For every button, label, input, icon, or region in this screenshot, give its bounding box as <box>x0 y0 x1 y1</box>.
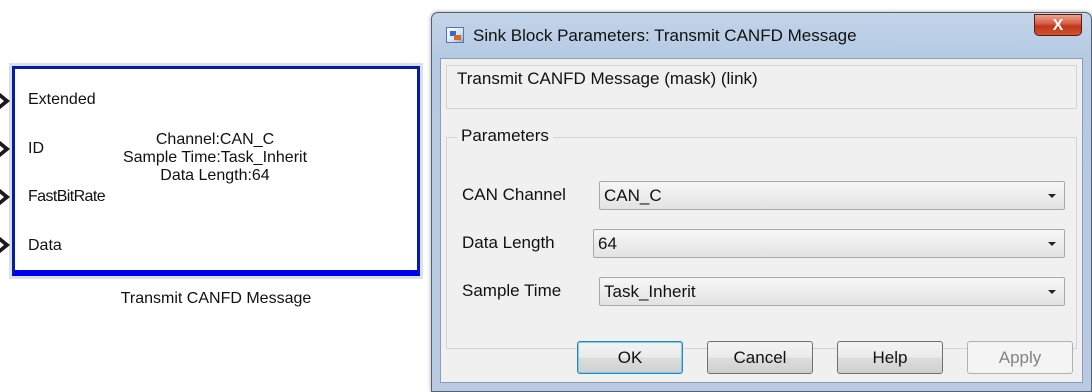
dialog-title: Sink Block Parameters: Transmit CANFD Me… <box>473 26 857 45</box>
data-length-select[interactable]: 64 <box>593 229 1065 258</box>
mask-description-group: Transmit CANFD Message (mask) (link) <box>446 65 1077 109</box>
can-channel-label: CAN Channel <box>462 185 566 204</box>
chevron-down-icon <box>1048 242 1056 246</box>
sample-time-label: Sample Time <box>462 281 562 300</box>
block-sample-time-text: Sample Time:Task_Inherit <box>122 149 308 166</box>
block-name-label[interactable]: Transmit CANFD Message <box>12 290 420 308</box>
data-length-label: Data Length <box>462 233 555 252</box>
input-port-extended[interactable] <box>0 92 10 110</box>
simulink-block-icon <box>446 27 464 43</box>
model-canvas: Extended ID FastBitRate Data Channel:CAN… <box>0 0 435 392</box>
port-label-data: Data <box>28 237 62 254</box>
dialog-titlebar[interactable]: Sink Block Parameters: Transmit CANFD Me… <box>432 13 1091 59</box>
port-label-fastbitrate: FastBitRate <box>28 188 106 205</box>
input-port-data[interactable] <box>0 236 10 254</box>
apply-button[interactable]: Apply <box>967 341 1073 374</box>
input-port-id[interactable] <box>0 140 10 158</box>
sample-time-value: Task_Inherit <box>604 282 696 301</box>
chevron-down-icon <box>1048 290 1056 294</box>
ok-button[interactable]: OK <box>577 341 683 374</box>
transmit-canfd-block[interactable]: Extended ID FastBitRate Data Channel:CAN… <box>0 63 423 279</box>
mask-description: Transmit CANFD Message (mask) (link) <box>457 69 758 88</box>
close-button[interactable]: X <box>1034 14 1082 36</box>
block-parameters-dialog: Sink Block Parameters: Transmit CANFD Me… <box>431 12 1092 392</box>
can-channel-value: CAN_C <box>604 186 662 205</box>
block-channel-text: Channel:CAN_C <box>155 131 275 148</box>
parameters-group: Parameters CAN Channel CAN_C Data Length… <box>446 126 1077 349</box>
block-parameter-summary: Channel:CAN_C Sample Time:Task_Inherit D… <box>95 131 335 185</box>
parameters-legend: Parameters <box>457 126 553 146</box>
block-data-length-text: Data Length:64 <box>160 167 270 184</box>
cancel-button[interactable]: Cancel <box>707 341 813 374</box>
port-label-id: ID <box>28 140 44 157</box>
dialog-body: Transmit CANFD Message (mask) (link) Par… <box>440 58 1083 383</box>
port-label-extended: Extended <box>28 91 96 108</box>
data-length-value: 64 <box>598 234 617 253</box>
chevron-down-icon <box>1048 194 1056 198</box>
can-channel-select[interactable]: CAN_C <box>599 181 1065 210</box>
input-port-fastbitrate[interactable] <box>0 188 10 206</box>
help-button[interactable]: Help <box>837 341 943 374</box>
close-icon: X <box>1052 17 1064 34</box>
sample-time-select[interactable]: Task_Inherit <box>599 277 1065 306</box>
